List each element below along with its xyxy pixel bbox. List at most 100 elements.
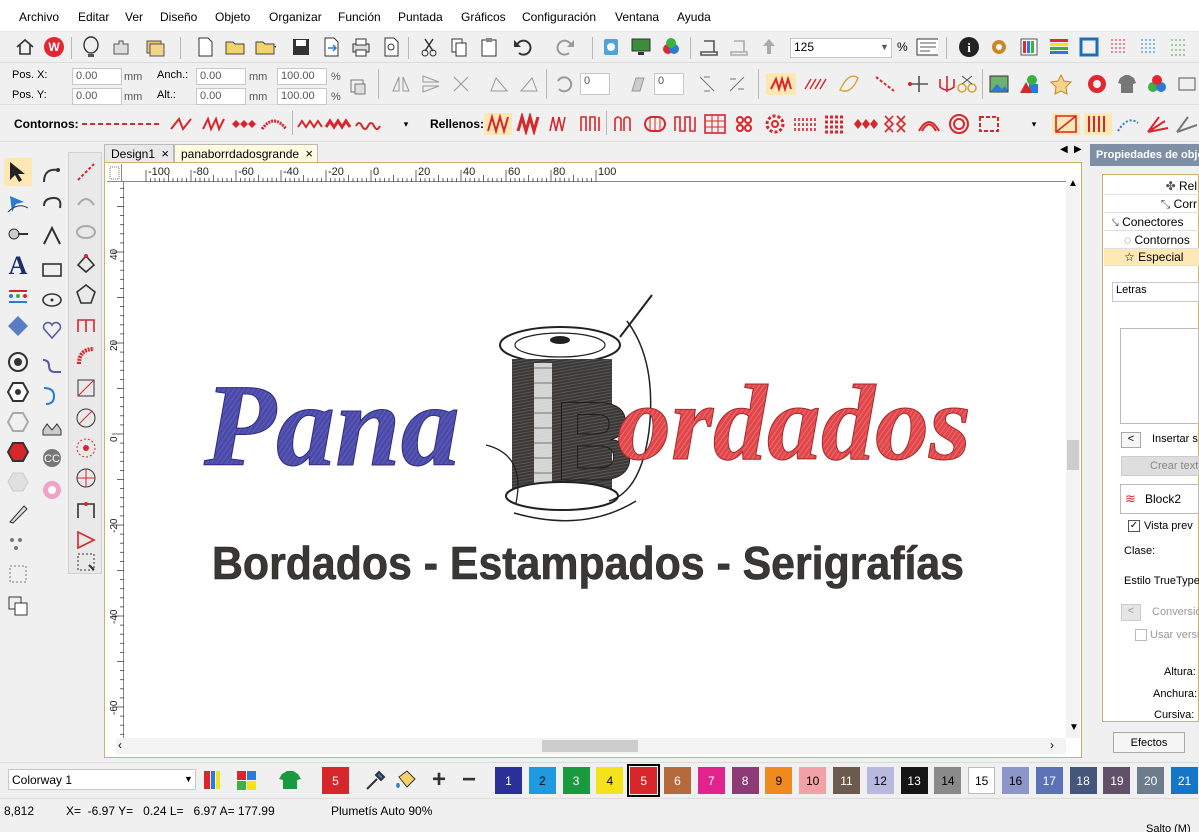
fill-dots-icon[interactable] [822,113,848,135]
vertical-scrollbar[interactable]: ▲ ▼ [1066,178,1080,738]
thread-swatch-7[interactable]: 7 [697,767,725,794]
tatami-stitch-icon[interactable] [800,73,830,95]
fill-circle-icon[interactable] [946,113,972,135]
slant-icon[interactable] [626,73,648,95]
circle-c-icon[interactable]: CC [38,444,66,472]
thread-swatch-20[interactable]: 20 [1137,767,1165,794]
transfer-icon[interactable] [758,36,780,58]
toolbar3-more-icon[interactable]: ▾ [400,113,412,135]
redo-icon[interactable] [554,36,576,58]
menu-item-ver[interactable]: Ver [125,10,143,24]
digitize-radial-icon[interactable] [73,435,99,461]
current-color-swatch[interactable]: 5 [322,767,349,794]
align-icon[interactable] [696,73,718,95]
thread-chart-icon[interactable] [1018,36,1040,58]
menu-item-editar[interactable]: Editar [78,10,109,24]
digitize-line-icon[interactable] [73,159,99,185]
applique-icon[interactable] [38,414,66,442]
toolbar3-more2-icon[interactable]: ▾ [1028,113,1040,135]
wilcom-logo-icon[interactable]: W [43,36,65,58]
width-input[interactable]: 0.00 [196,68,246,85]
options-icon[interactable] [988,36,1010,58]
design-canvas[interactable]: Pana B ordados Bordados - Estampados - S… [124,183,1066,739]
thread-swatch-14[interactable]: 14 [934,767,962,794]
thread-colors-icon[interactable] [1146,73,1168,95]
usar-checkbox[interactable] [1135,629,1147,641]
rotation-icon[interactable] [552,73,574,95]
fill-radial-icon[interactable] [612,113,638,135]
machine-icon[interactable] [728,36,750,58]
thread-swatch-21[interactable]: 21 [1171,767,1198,794]
picture-icon[interactable] [988,73,1010,95]
paste-icon[interactable] [478,36,500,58]
lettering-type-select[interactable]: Letras [1112,282,1199,302]
stitch-edit-icon[interactable] [4,220,32,248]
menu-item-funcion[interactable]: Función [338,10,381,24]
digitize-manual-icon[interactable] [73,497,99,523]
menu-item-diseno[interactable]: Diseño [160,10,197,24]
color-grid-icon[interactable] [1048,36,1070,58]
save-icon[interactable] [290,36,312,58]
grid-dots-icon[interactable] [1108,36,1130,58]
efectos-button[interactable]: Efectos [1113,732,1185,753]
rp-item-rel[interactable]: ✤ Rel [1104,178,1199,195]
rp-item-corr[interactable]: ⤡ Corr [1104,196,1199,213]
color-chart-icon[interactable] [200,768,224,792]
fill-diamonds-icon[interactable] [852,113,878,135]
fill-gear-icon[interactable] [762,113,788,135]
stitch-grid-icon[interactable] [1138,36,1160,58]
height-percent-input[interactable]: 100.00 [277,88,327,105]
info-icon[interactable]: i [958,36,980,58]
horizontal-scroll-thumb[interactable] [542,740,638,752]
fill-stepped-icon[interactable] [546,113,574,135]
fill-satin-icon[interactable] [484,113,512,135]
rotate-left-icon[interactable] [488,73,510,95]
menu-item-ayuda[interactable]: Ayuda [677,10,711,24]
folders-icon[interactable] [144,36,166,58]
wave-line-icon[interactable] [38,352,66,380]
colorway-dropdown-icon[interactable]: ▼ [184,774,193,784]
puzzle-icon[interactable] [110,36,132,58]
fill-fan-icon[interactable] [792,113,818,135]
menu-item-objeto[interactable]: Objeto [215,10,250,24]
tab-design1[interactable]: Design1 × [104,144,174,162]
colors-drop-icon[interactable] [660,36,682,58]
fill-xcross-icon[interactable] [882,113,908,135]
ring-icon[interactable] [1086,73,1108,95]
scroll-right-icon[interactable]: › [1050,738,1054,752]
palette-grid-icon[interactable] [234,768,260,792]
insert-prev-button[interactable]: < [1121,432,1141,448]
outline-arc-icon[interactable] [260,113,288,135]
pink-flower-icon[interactable] [38,476,66,504]
rotate-right-icon[interactable] [518,73,540,95]
menu-item-organizar[interactable]: Organizar [269,10,322,24]
undo-icon[interactable] [512,36,534,58]
zoom-dropdown-icon[interactable]: ▼ [880,42,889,52]
fill-tatami-icon[interactable] [514,113,542,135]
open-folder-icon[interactable] [224,36,246,58]
knife-icon[interactable] [4,500,32,528]
fill-curve-icon[interactable] [1114,113,1142,135]
hexagon-light-icon[interactable] [4,468,32,496]
thread-swatch-11[interactable]: 11 [833,767,860,794]
hoop-icon[interactable] [1078,36,1100,58]
tshirt-icon[interactable] [1116,73,1138,95]
hexagon-red-icon[interactable] [4,438,32,466]
leaf-stitch-icon[interactable] [834,73,864,95]
star-icon[interactable] [1050,73,1072,95]
thread-swatch-19[interactable]: 19 [1103,767,1131,794]
paint-bucket-icon[interactable] [392,768,418,792]
fill-columns-icon[interactable] [1084,113,1112,135]
digitize-arc-icon[interactable] [73,189,99,215]
thread-swatch-13[interactable]: 13 [900,767,928,794]
distribute-icon[interactable] [726,73,748,95]
create-text-button[interactable]: Crear text [1121,456,1199,476]
curve-tool-2-icon[interactable] [38,192,66,220]
pos-y-input[interactable]: 0.00 [72,88,122,105]
lock-proportions-icon[interactable] [346,75,368,97]
heart-shape-icon[interactable] [38,316,66,344]
hexagon-outline-icon[interactable] [4,408,32,436]
horizontal-scrollbar[interactable]: ‹ › [116,738,1066,754]
tab-panaborrdadosgrande[interactable]: panaborrdadosgrande × [174,144,318,162]
scroll-up-icon[interactable]: ▲ [1068,178,1078,189]
